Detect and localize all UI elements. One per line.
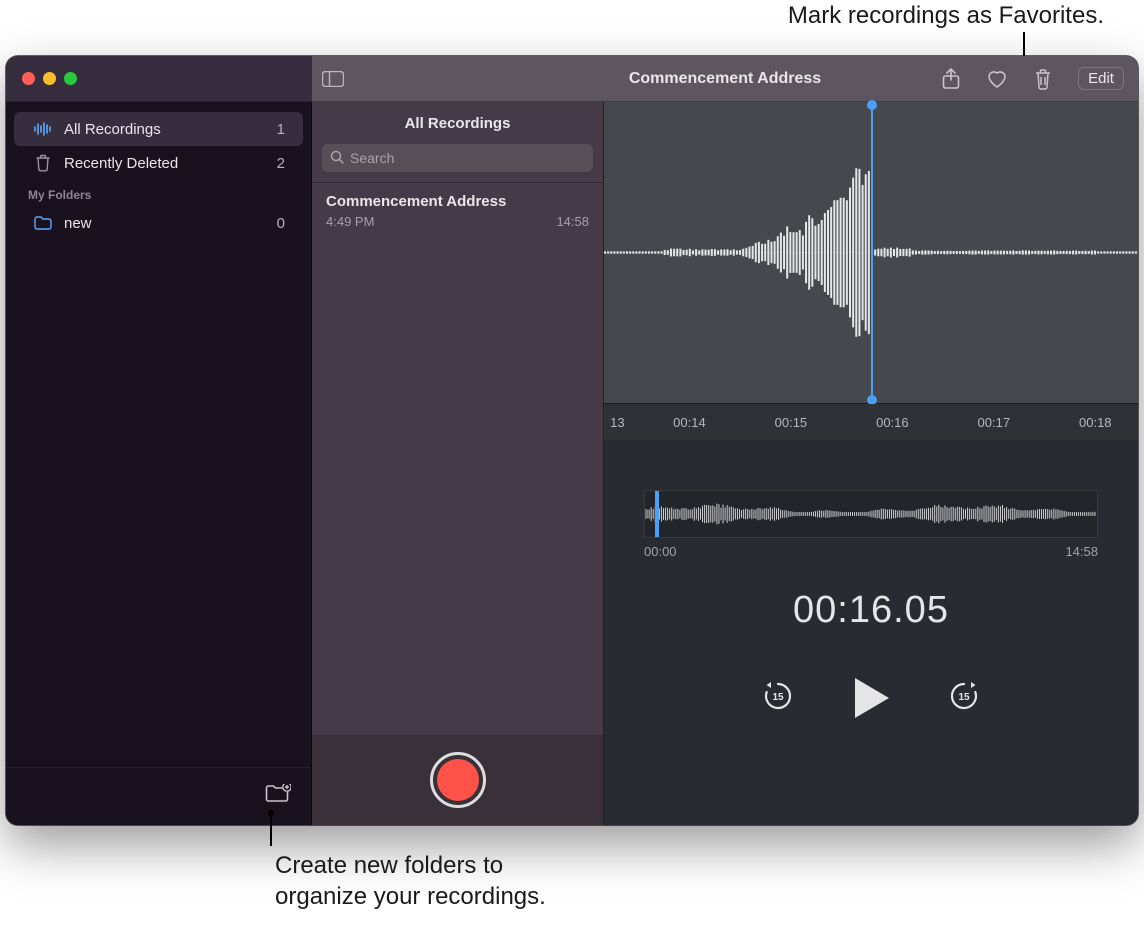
ruler-tick: 00:17 bbox=[978, 415, 1011, 430]
share-button[interactable] bbox=[942, 68, 960, 90]
window-toolbar: Commencement Address Edit bbox=[6, 56, 1138, 102]
search-input[interactable]: Search bbox=[322, 144, 593, 172]
ruler-tick: 13 bbox=[610, 415, 624, 430]
callout-line bbox=[270, 814, 272, 846]
sidebar-item-label: All Recordings bbox=[64, 121, 161, 138]
ruler-tick: 00:16 bbox=[876, 415, 909, 430]
overview-playhead[interactable] bbox=[655, 490, 659, 538]
svg-text:15: 15 bbox=[958, 692, 970, 703]
sidebar-item-label: Recently Deleted bbox=[64, 155, 178, 172]
folder-icon bbox=[34, 216, 52, 230]
sidebar-folder-label: new bbox=[64, 215, 92, 232]
playhead[interactable] bbox=[871, 102, 873, 403]
current-time-display: 00:16.05 bbox=[604, 589, 1138, 632]
sidebar-item-count: 2 bbox=[277, 155, 285, 172]
ruler-tick: 00:18 bbox=[1079, 415, 1112, 430]
favorite-button[interactable] bbox=[986, 69, 1008, 89]
recording-list-pane: All Recordings Search Commencement Addre… bbox=[312, 102, 604, 825]
sidebar: All Recordings 1 Recently Deleted 2 My F… bbox=[6, 102, 312, 825]
search-icon bbox=[330, 150, 344, 167]
overview-start-time: 00:00 bbox=[644, 544, 677, 559]
sidebar-folder-new[interactable]: new 0 bbox=[14, 206, 303, 240]
trash-icon bbox=[34, 154, 52, 172]
play-button[interactable] bbox=[851, 676, 891, 720]
skip-forward-15-button[interactable]: 15 bbox=[947, 679, 981, 718]
waveform-icon bbox=[34, 122, 52, 136]
search-placeholder: Search bbox=[350, 150, 394, 166]
minimize-window-button[interactable] bbox=[43, 72, 56, 85]
close-window-button[interactable] bbox=[22, 72, 35, 85]
voice-memos-window: Commencement Address Edit bbox=[6, 56, 1138, 825]
new-folder-button[interactable] bbox=[265, 784, 291, 809]
callout-new-folder: Create new folders to organize your reco… bbox=[275, 850, 546, 912]
callout-favorite: Mark recordings as Favorites. bbox=[788, 0, 1104, 31]
record-button[interactable] bbox=[430, 752, 486, 808]
overview-end-time: 14:58 bbox=[1065, 544, 1098, 559]
edit-button[interactable]: Edit bbox=[1078, 67, 1124, 90]
record-bar bbox=[312, 735, 603, 825]
recording-list-header: All Recordings bbox=[312, 102, 603, 144]
sidebar-item-all-recordings[interactable]: All Recordings 1 bbox=[14, 112, 303, 146]
record-indicator bbox=[437, 759, 479, 801]
recording-time: 4:49 PM bbox=[326, 214, 374, 229]
sidebar-folder-count: 0 bbox=[277, 215, 285, 232]
recording-title: Commencement Address bbox=[326, 193, 589, 210]
waveform-overview[interactable] bbox=[644, 490, 1098, 538]
skip-back-15-button[interactable]: 15 bbox=[761, 679, 795, 718]
waveform-detail[interactable] bbox=[604, 102, 1138, 404]
zoom-window-button[interactable] bbox=[64, 72, 77, 85]
player-pane: 13 00:14 00:15 00:16 00:17 00:18 00:00 1… bbox=[604, 102, 1138, 825]
sidebar-item-recently-deleted[interactable]: Recently Deleted 2 bbox=[14, 146, 303, 180]
delete-button[interactable] bbox=[1034, 68, 1052, 90]
window-controls bbox=[6, 72, 312, 85]
recording-duration: 14:58 bbox=[556, 214, 589, 229]
sidebar-section-header: My Folders bbox=[6, 180, 311, 206]
svg-text:15: 15 bbox=[772, 692, 784, 703]
sidebar-item-count: 1 bbox=[277, 121, 285, 138]
playback-controls: 15 15 bbox=[604, 676, 1138, 720]
recording-item[interactable]: Commencement Address 4:49 PM 14:58 bbox=[312, 182, 603, 241]
time-ruler: 13 00:14 00:15 00:16 00:17 00:18 bbox=[604, 404, 1138, 440]
ruler-tick: 00:15 bbox=[775, 415, 808, 430]
ruler-tick: 00:14 bbox=[673, 415, 706, 430]
toggle-sidebar-button[interactable] bbox=[322, 71, 344, 87]
